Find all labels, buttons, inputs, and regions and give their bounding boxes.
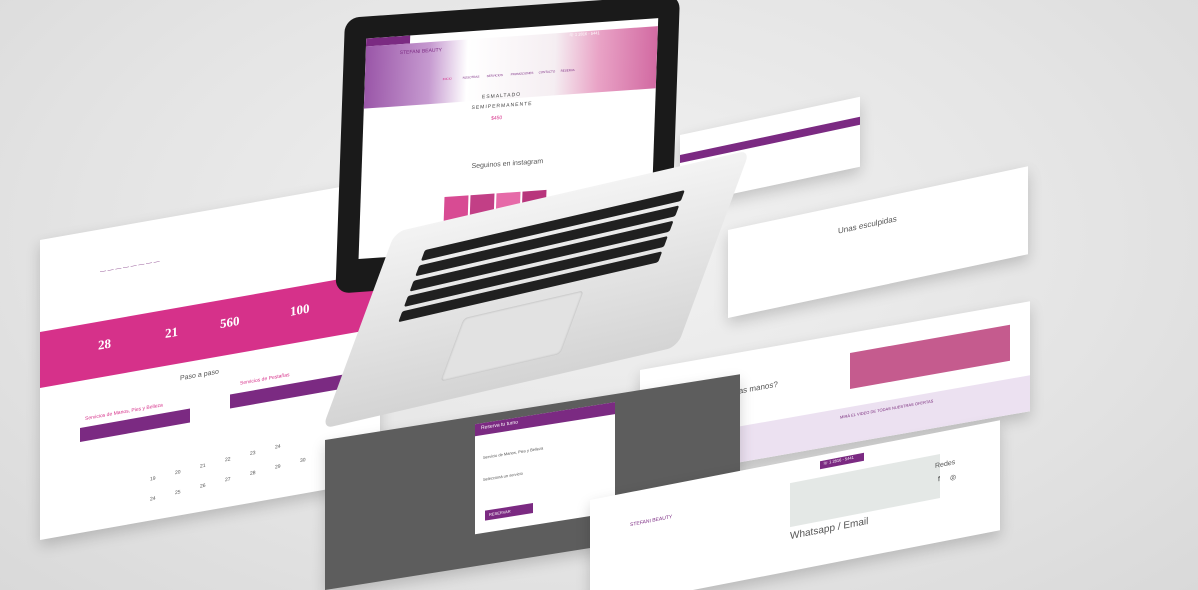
calendar-day[interactable]: 30 (300, 457, 306, 464)
instagram-heading: Seguinos en instagram (471, 158, 544, 171)
instagram-icon[interactable]: ◎ (950, 473, 956, 482)
calendar-day[interactable]: 25 (175, 489, 181, 496)
mockup-scene: — — — — — — — — 28 21 560 100 Paso a pas… (0, 0, 1198, 590)
right-middle-page-mockup: Unas esculpidas (728, 166, 1028, 318)
bottom-logo: STEFANI BEAUTY (630, 514, 673, 529)
nails-photo (850, 324, 1010, 389)
right-middle-title: Unas esculpidas (838, 214, 897, 236)
nav-item-inicio[interactable]: INICIO (443, 77, 452, 82)
right-top-header (680, 116, 860, 163)
stat-1: 28 (98, 335, 111, 353)
calendar-day[interactable]: 21 (200, 463, 206, 470)
hero-title-2: SEMIPERMANENTE (471, 100, 533, 112)
calendar-day[interactable]: 28 (250, 470, 256, 477)
hero-price: $450 (491, 114, 503, 122)
section-title: Paso a paso (180, 368, 219, 383)
calendar-day[interactable]: 22 (225, 456, 231, 463)
calendar-day[interactable]: 19 (150, 476, 156, 483)
calendar-day[interactable]: 29 (275, 464, 281, 471)
calendar-day[interactable]: 23 (250, 450, 256, 457)
facebook-icon[interactable]: f (938, 476, 940, 483)
calendar-day[interactable]: 27 (225, 476, 231, 483)
hero-title-1: ESMALTADO (481, 91, 522, 101)
calendar-day[interactable]: 20 (175, 469, 181, 476)
stat-2: 21 (165, 323, 178, 341)
calendar-day[interactable]: 24 (275, 444, 281, 451)
calendar-day[interactable]: 24 (150, 496, 156, 503)
left-page-small-text: — — — — — — — — (100, 258, 160, 276)
calendar-day[interactable]: 26 (200, 483, 206, 490)
